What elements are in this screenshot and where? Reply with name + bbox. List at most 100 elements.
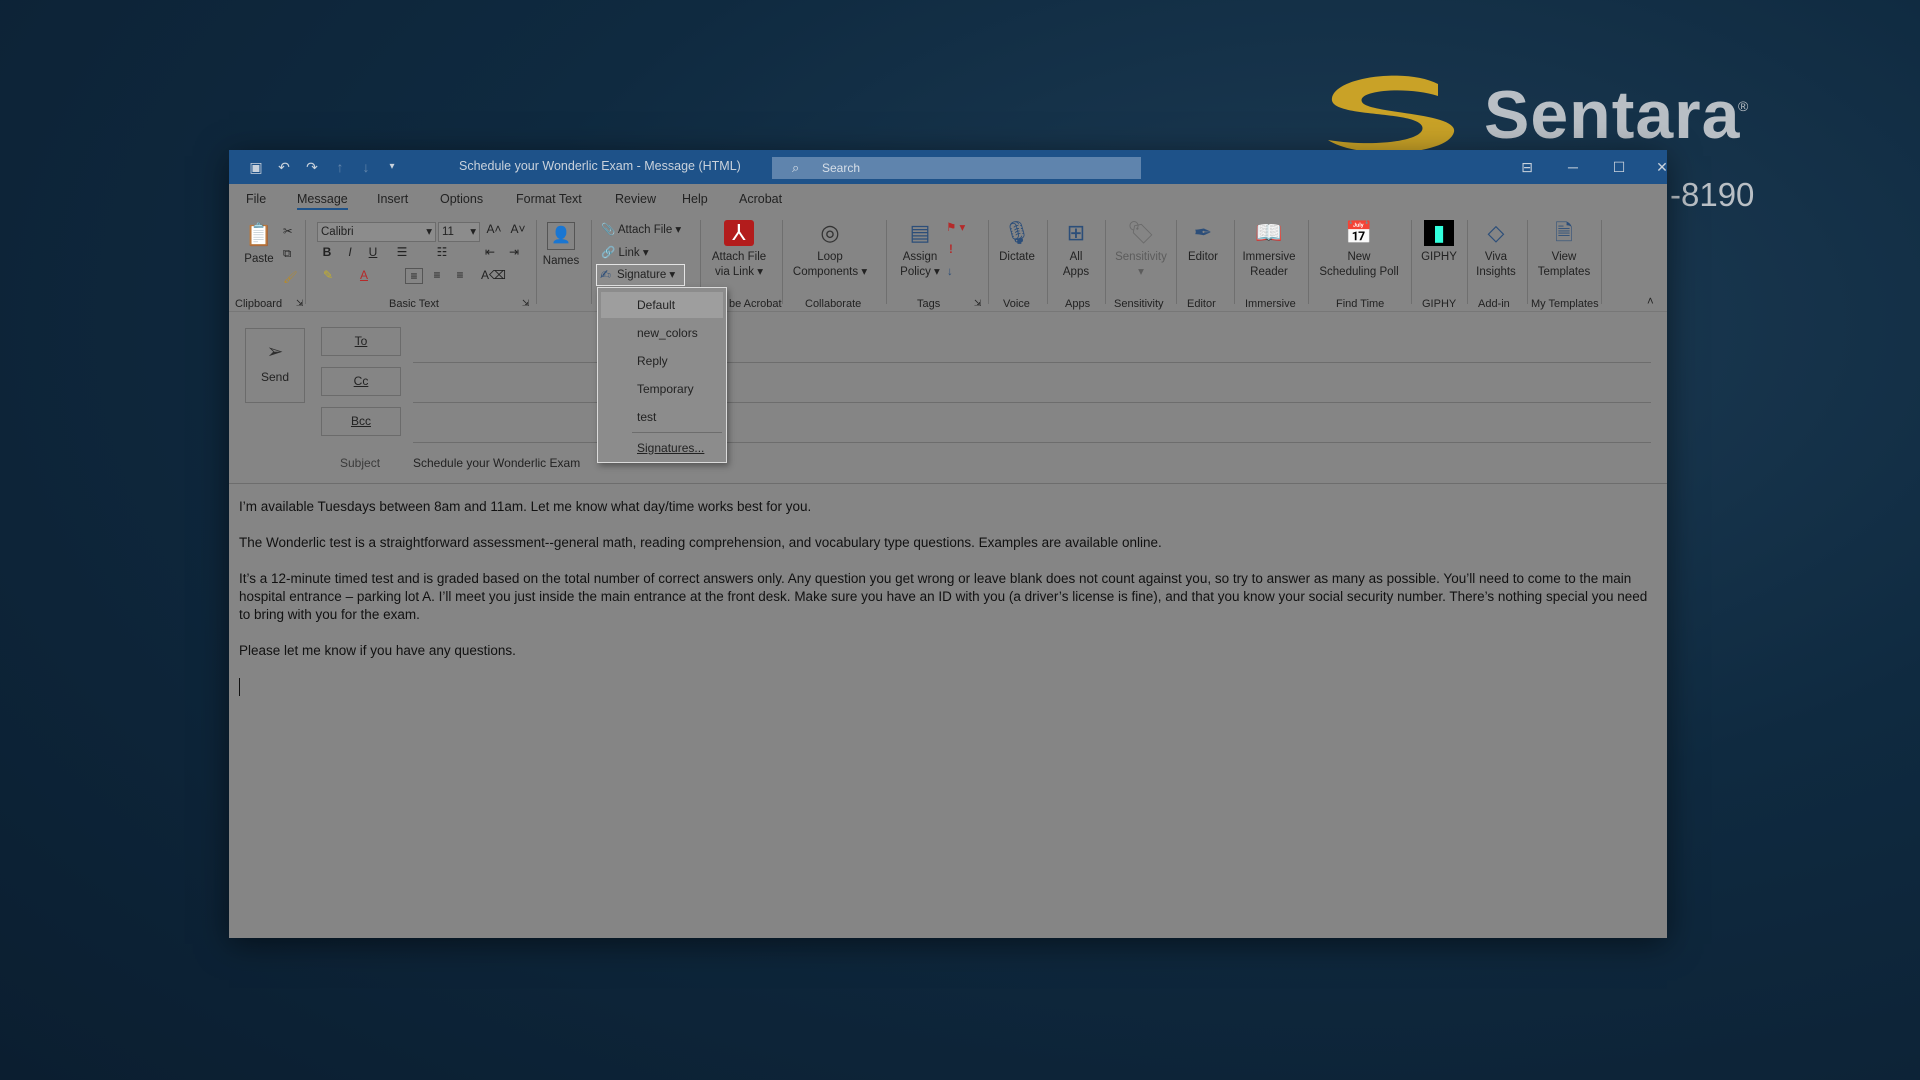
group-separator	[1176, 220, 1177, 304]
tags-launcher-icon[interactable]: ⇲	[974, 298, 982, 309]
bullets-icon[interactable]: ☰	[393, 245, 411, 259]
compose-window: ▣ ↶ ↷ ↑ ↓ ▾ Schedule your Wonderlic Exam…	[229, 150, 1668, 938]
body-paragraph: I’m available Tuesdays between 8am and 1…	[239, 499, 812, 514]
signature-item-reply[interactable]: Reply	[601, 348, 723, 374]
group-separator	[1105, 220, 1106, 304]
clipboard-launcher-icon[interactable]: ⇲	[296, 298, 304, 309]
undo-icon[interactable]: ↶	[275, 158, 293, 176]
templates-label-2: Templates	[1537, 266, 1591, 278]
policy-icon: ▤	[909, 220, 931, 245]
align-left-icon[interactable]: ≡	[405, 268, 423, 284]
minimize-icon[interactable]: ─	[1558, 156, 1588, 178]
new-scheduling-poll-button[interactable]: 📅 New Scheduling Poll	[1314, 220, 1404, 280]
tab-file[interactable]: File	[246, 192, 266, 206]
paste-button[interactable]: 📋 Paste	[237, 222, 281, 267]
group-label-find-time: Find Time	[1336, 298, 1385, 310]
signature-item-temporary[interactable]: Temporary	[601, 376, 723, 402]
tab-review[interactable]: Review	[615, 192, 656, 206]
immersive-reader-button[interactable]: 📖 Immersive Reader	[1239, 220, 1299, 280]
chevron-down-icon: ▾	[426, 226, 432, 238]
bcc-button[interactable]: Bcc	[321, 407, 401, 436]
decrease-indent-icon[interactable]: ⇤	[481, 245, 499, 259]
paste-label: Paste	[244, 253, 274, 265]
maximize-icon[interactable]: ☐	[1604, 156, 1634, 178]
body-paragraph: It’s a 12-minute timed test and is grade…	[239, 571, 1648, 622]
tab-options[interactable]: Options	[440, 192, 483, 206]
align-right-icon[interactable]: ≡	[451, 268, 469, 282]
tab-help[interactable]: Help	[682, 192, 708, 206]
copy-icon[interactable]: ⧉	[283, 248, 291, 261]
names-button[interactable]: 👤 Names	[541, 222, 581, 269]
follow-up-flag-icon[interactable]: ⚑ ▾	[946, 220, 965, 234]
to-button[interactable]: To	[321, 327, 401, 356]
shrink-font-icon[interactable]: A˅	[509, 222, 527, 236]
signature-item-test[interactable]: test	[601, 404, 723, 430]
font-name-select[interactable]: Calibri ▾	[317, 222, 436, 242]
highlight-icon[interactable]: ✎	[319, 268, 337, 282]
redo-icon[interactable]: ↷	[303, 158, 321, 176]
customize-toolbar-icon[interactable]: ▾	[383, 158, 401, 176]
title-bar: ▣ ↶ ↷ ↑ ↓ ▾ Schedule your Wonderlic Exam…	[229, 150, 1668, 184]
up-arrow-icon[interactable]: ↑	[331, 158, 349, 176]
attach-file-label: Attach File	[617, 224, 673, 236]
tab-format-text[interactable]: Format Text	[516, 192, 582, 206]
save-icon[interactable]: ▣	[247, 158, 265, 176]
cc-button[interactable]: Cc	[321, 367, 401, 396]
font-size-select[interactable]: 11 ▾	[438, 222, 480, 242]
align-center-icon[interactable]: ≡	[428, 268, 446, 282]
viva-insights-button[interactable]: ◇ Viva Insights	[1471, 220, 1521, 280]
font-color-icon[interactable]: A	[355, 268, 373, 282]
attach-via-link-button[interactable]: ⅄ Attach File via Link ▾	[707, 220, 771, 280]
search-input[interactable]: ⌕ Search	[772, 157, 1141, 179]
group-label-apps: Apps	[1065, 298, 1091, 310]
down-arrow-icon[interactable]: ↓	[357, 158, 375, 176]
assign-policy-button[interactable]: ▤ Assign Policy ▾	[893, 220, 947, 280]
viva-insights-icon: ◇	[1487, 220, 1505, 245]
manage-signatures-item[interactable]: Signatures...	[601, 435, 723, 461]
signature-item-new-colors[interactable]: new_colors	[601, 320, 723, 346]
send-button[interactable]: ➢ Send	[245, 328, 305, 403]
ribbon-tabs: File Message Insert Options Format Text …	[229, 184, 1667, 212]
giphy-button[interactable]: ▮ GIPHY	[1417, 220, 1461, 265]
underline-icon[interactable]: U	[364, 245, 382, 259]
tab-acrobat[interactable]: Acrobat	[739, 192, 782, 206]
cut-icon[interactable]: ✂	[283, 224, 293, 238]
loop-components-button[interactable]: ◎ Loop Components ▾	[787, 220, 873, 280]
sensitivity-button[interactable]: 🏷 Sensitivity ▾	[1109, 220, 1173, 280]
subject-input[interactable]: Schedule your Wonderlic Exam	[413, 456, 580, 470]
low-importance-icon[interactable]: ↓	[947, 266, 953, 278]
format-painter-icon[interactable]: 🖌	[283, 270, 298, 284]
link-label: Link	[618, 247, 640, 259]
loop-label-2: Components	[792, 266, 859, 278]
signature-item-default[interactable]: Default	[601, 292, 723, 318]
send-icon: ➢	[266, 341, 284, 363]
group-separator	[1601, 220, 1602, 304]
group-label-voice: Voice	[1003, 298, 1030, 310]
poll-label-2: Scheduling Poll	[1319, 266, 1399, 278]
message-body[interactable]: I’m available Tuesdays between 8am and 1…	[239, 498, 1649, 701]
assign-label-2: Policy	[900, 266, 931, 278]
signature-button[interactable]: ✍ Signature ▾	[596, 264, 685, 286]
ribbon-display-icon[interactable]: ⊟	[1512, 156, 1542, 178]
high-importance-icon[interactable]: !	[949, 244, 953, 256]
editor-button[interactable]: ✒ Editor	[1182, 220, 1224, 265]
assign-label-1: Assign	[902, 251, 938, 263]
collapse-ribbon-icon[interactable]: ˄	[1647, 296, 1654, 308]
all-apps-button[interactable]: ⊞ All Apps	[1053, 220, 1099, 280]
close-icon[interactable]: ✕	[1647, 156, 1677, 178]
attach-file-button[interactable]: 📎 Attach File ▾	[601, 222, 681, 236]
bold-icon[interactable]: B	[318, 245, 336, 259]
tab-message[interactable]: Message	[297, 192, 348, 210]
dictate-button[interactable]: 🎙 Dictate	[994, 220, 1040, 265]
link-button[interactable]: 🔗 Link ▾	[601, 245, 649, 259]
grow-font-icon[interactable]: A˄	[485, 222, 503, 236]
italic-icon[interactable]: I	[341, 245, 359, 259]
numbering-icon[interactable]: ☷	[433, 245, 451, 259]
clear-formatting-icon[interactable]: A⌫	[481, 268, 506, 282]
apps-grid-icon: ⊞	[1066, 220, 1086, 245]
view-templates-button[interactable]: 🗎 View Templates	[1532, 220, 1596, 280]
tab-insert[interactable]: Insert	[377, 192, 408, 206]
immersive-label-1: Immersive	[1242, 251, 1296, 263]
basic-text-launcher-icon[interactable]: ⇲	[522, 298, 530, 309]
increase-indent-icon[interactable]: ⇥	[505, 245, 523, 259]
